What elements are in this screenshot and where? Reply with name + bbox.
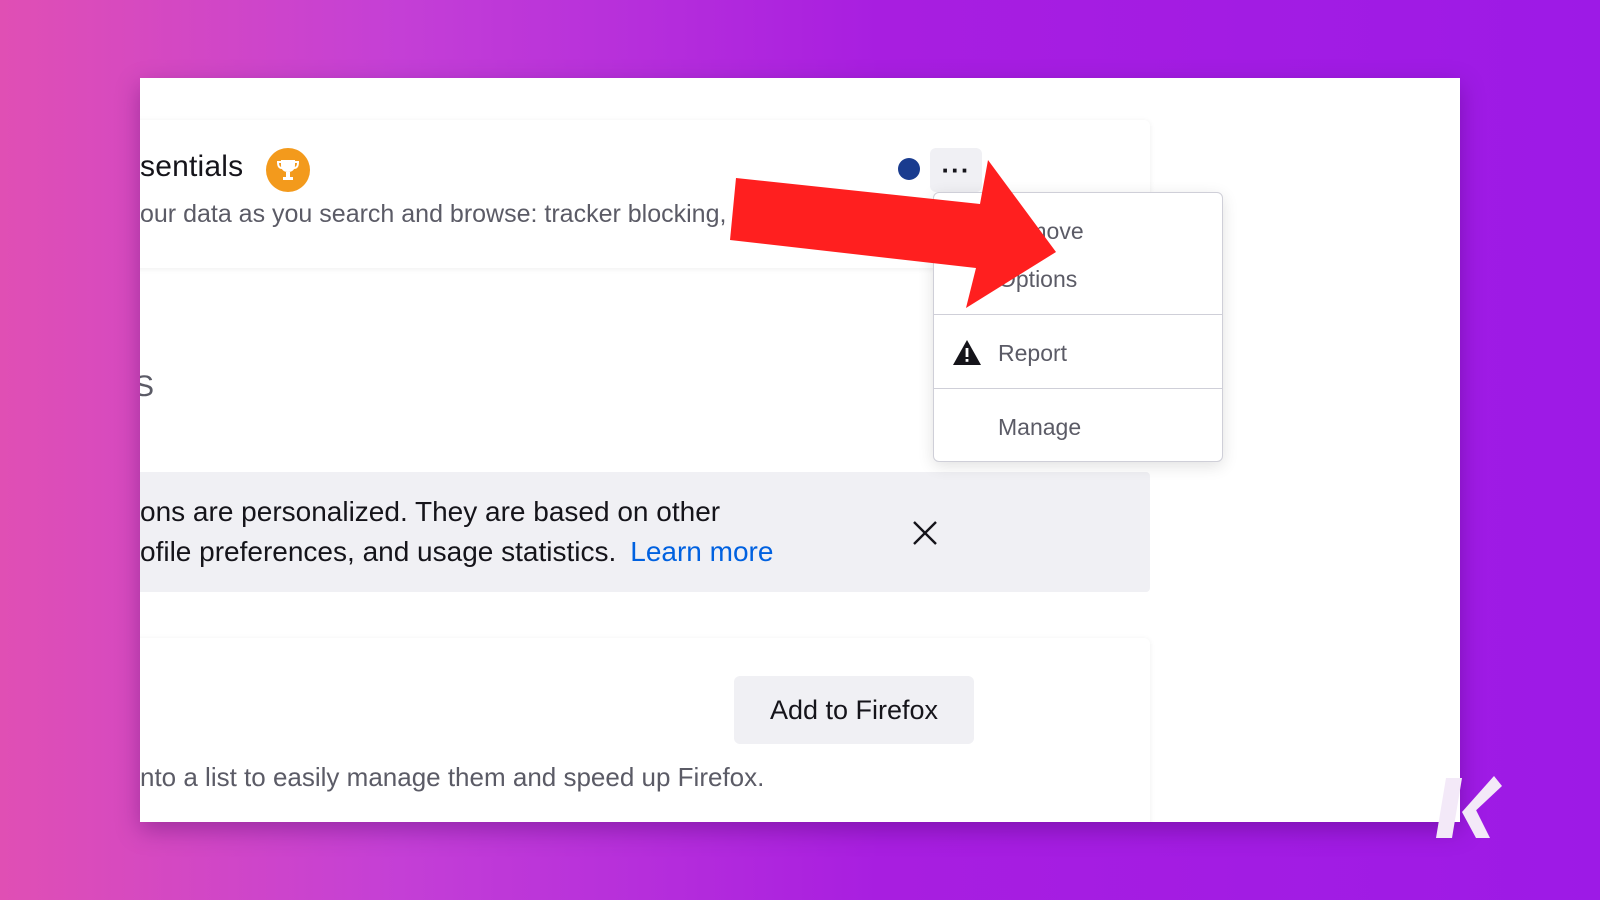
menu-item-report[interactable]: Report — [934, 331, 1222, 375]
recommended-trophy-icon — [266, 148, 310, 192]
recommended-description: nto a list to easily manage them and spe… — [140, 762, 765, 792]
menu-separator — [934, 388, 1222, 389]
personalized-notice: ons are personalized. They are based on … — [140, 472, 1150, 592]
add-to-firefox-button[interactable]: Add to Firefox — [734, 676, 974, 744]
close-icon[interactable] — [910, 518, 940, 548]
extension-name: sentials — [140, 150, 244, 183]
learn-more-link[interactable]: Learn more — [630, 536, 773, 567]
red-arrow-annotation — [730, 160, 1056, 308]
notice-text-line2: ofile preferences, and usage statistics.… — [140, 536, 773, 568]
knowtechie-logo-icon — [1436, 776, 1502, 838]
menu-item-manage[interactable]: Manage — [934, 405, 1222, 449]
section-heading: S — [140, 370, 155, 403]
menu-item-report-label: Report — [998, 339, 1068, 366]
addons-manager-screenshot: sentials our data as you search and brow… — [140, 78, 1460, 822]
warning-icon — [953, 340, 981, 365]
menu-separator — [934, 314, 1222, 315]
notice-text-line2-text: ofile preferences, and usage statistics. — [140, 536, 617, 567]
notice-text-line1: ons are personalized. They are based on … — [140, 496, 721, 527]
menu-item-manage-label: Manage — [998, 413, 1082, 440]
recommended-extension-card — [140, 638, 1150, 822]
